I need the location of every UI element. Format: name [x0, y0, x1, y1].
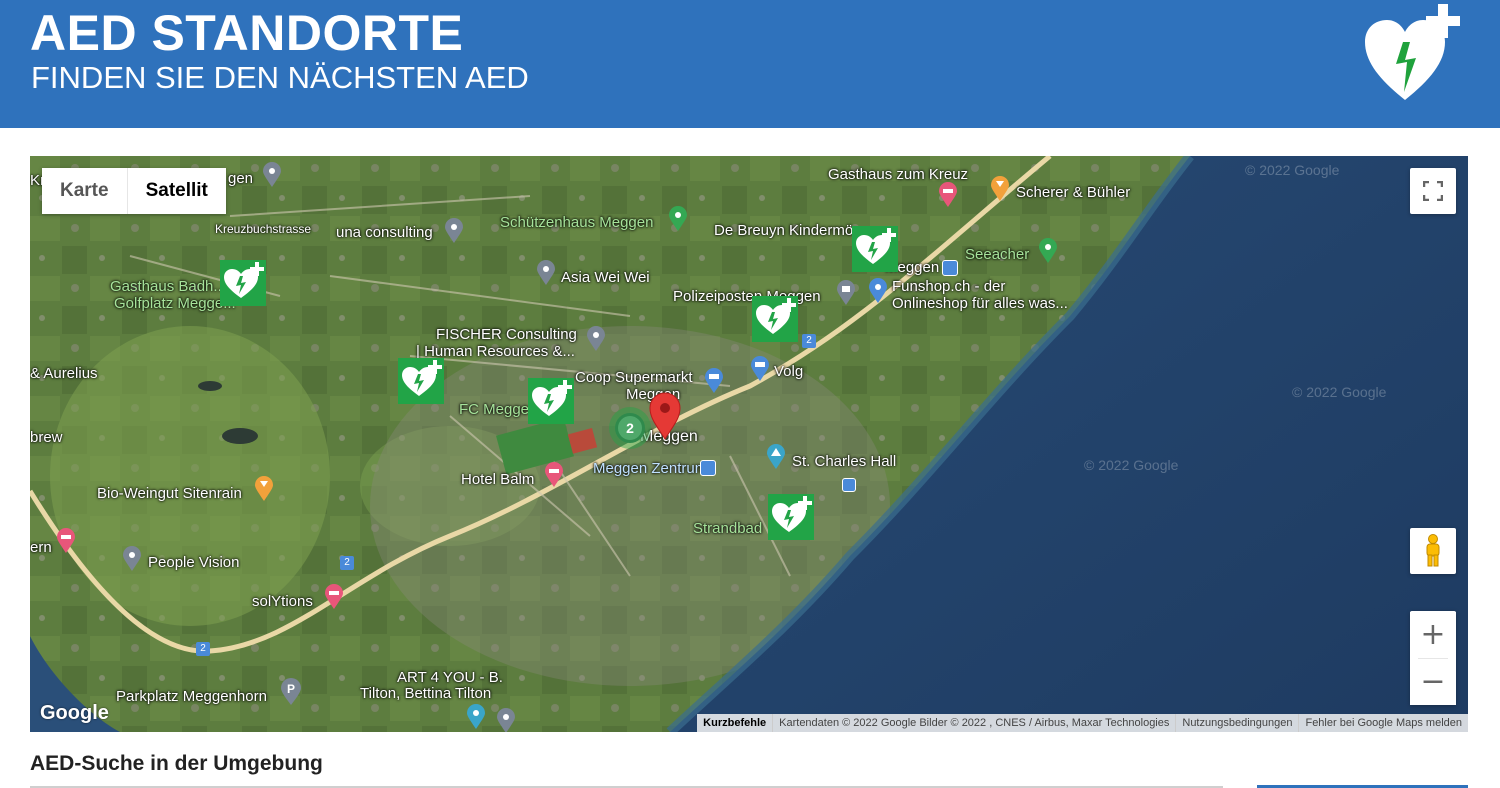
shop-pin-icon[interactable] [868, 278, 888, 304]
bar-pin-icon[interactable] [254, 476, 274, 502]
place-label[interactable]: People Vision [148, 554, 239, 571]
location-pin-icon[interactable] [648, 392, 682, 440]
place-label[interactable]: Polizeiposten Meggen [673, 288, 821, 305]
place-label[interactable]: Meggen Zentrum [593, 460, 707, 477]
map-watermark: © 2022 Google [1245, 162, 1340, 178]
police-pin-icon[interactable] [836, 280, 856, 306]
place-label[interactable]: St. Charles Hall [792, 453, 896, 470]
place-label[interactable]: Volg [774, 363, 803, 380]
map-watermark: © 2022 Google [1084, 457, 1179, 473]
park-pin-icon[interactable] [668, 206, 688, 232]
place-label[interactable]: solYtions [252, 593, 313, 610]
map-type-control: Karte Satellit [42, 168, 226, 214]
place-pin-icon[interactable] [536, 260, 556, 286]
map-container[interactable]: © 2022 Google © 2022 Google © 2022 Googl… [30, 156, 1468, 732]
place-label[interactable]: Strandbad [693, 520, 762, 537]
map-attribution-bar: Kurzbefehle Kartendaten © 2022 Google Bi… [697, 714, 1468, 732]
pegman-icon [1426, 534, 1440, 567]
google-logo[interactable]: Google [40, 702, 109, 725]
hotel-pin-icon[interactable] [56, 528, 76, 554]
terms-link[interactable]: Nutzungsbedingungen [1175, 714, 1298, 732]
place-pin-icon[interactable] [262, 162, 282, 188]
aed-cluster-marker[interactable]: 2 [608, 406, 652, 450]
place-label[interactable]: De Breuyn Kindermö... [714, 222, 866, 239]
shopping-cart-pin-icon[interactable] [750, 356, 770, 382]
zoom-in-button[interactable]: + [1410, 611, 1456, 658]
place-label[interactable]: Hotel Balm [461, 471, 534, 488]
site-header: AED STANDORTE FINDEN SIE DEN NÄCHSTEN AE… [0, 0, 1500, 128]
place-label: brew [30, 429, 63, 446]
page-title: AED STANDORTE [30, 5, 464, 61]
place-label[interactable]: Coop Supermarkt [575, 369, 693, 386]
svg-text:P: P [287, 682, 295, 696]
route-number-badge: 2 [802, 334, 816, 348]
report-error-link[interactable]: Fehler bei Google Maps melden [1298, 714, 1468, 732]
street-view-pegman-button[interactable] [1410, 528, 1456, 574]
hotel-pin-icon[interactable] [324, 584, 344, 610]
hotel-pin-icon[interactable] [938, 182, 958, 208]
aed-heart-logo-icon [1365, 4, 1460, 100]
cluster-count: 2 [626, 420, 634, 436]
zoom-control: + − [1410, 611, 1456, 705]
place-label[interactable]: ART 4 YOU - B. [397, 669, 503, 686]
aed-marker-icon[interactable] [752, 296, 798, 342]
park-pin-icon[interactable] [1038, 238, 1058, 264]
section-title: AED-Suche in der Umgebung [30, 752, 323, 775]
place-pin-icon[interactable] [122, 546, 142, 572]
hotel-pin-icon[interactable] [544, 462, 564, 488]
parking-pin-icon[interactable]: P [280, 678, 302, 706]
place-label[interactable]: Seeacher [965, 246, 1029, 263]
boat-station-icon[interactable] [842, 478, 856, 492]
place-label[interactable]: Gasthaus zum Kreuz [828, 166, 968, 183]
aed-marker-icon[interactable] [852, 226, 898, 272]
place-label[interactable]: Bio-Weingut Sitenrain [97, 485, 242, 502]
route-number-badge: 2 [340, 556, 354, 570]
art-pin-icon[interactable] [466, 704, 486, 730]
place-label: ern [30, 539, 52, 556]
satellite-map-image[interactable] [30, 156, 1468, 732]
zoom-out-button[interactable]: − [1410, 658, 1456, 705]
place-label[interactable]: FISCHER Consulting [436, 326, 577, 343]
page-subtitle: FINDEN SIE DEN NÄCHSTEN AED [31, 60, 529, 95]
place-label[interactable]: Scherer & Bühler [1016, 184, 1130, 201]
place-label[interactable]: & Aurelius [30, 365, 98, 382]
bus-stop-icon[interactable] [942, 260, 958, 276]
place-label[interactable]: una consulting [336, 224, 433, 241]
place-pin-icon[interactable] [586, 326, 606, 352]
place-label[interactable]: Tilton, Bettina Tilton [360, 685, 491, 702]
place-label[interactable]: Golfplatz Megge... [114, 295, 236, 312]
bus-stop-icon[interactable] [700, 460, 716, 476]
aed-marker-icon[interactable] [220, 260, 266, 306]
map-type-satellite-button[interactable]: Satellit [127, 168, 226, 214]
map-type-map-button[interactable]: Karte [42, 168, 128, 214]
place-label[interactable]: Gasthaus Badh... [110, 278, 226, 295]
bar-pin-icon[interactable] [990, 176, 1010, 202]
place-label[interactable]: Onlineshop für alles was... [892, 295, 1068, 312]
aed-marker-icon[interactable] [398, 358, 444, 404]
place-pin-icon[interactable] [444, 218, 464, 244]
street-label: Kreuzbuchstrasse [215, 222, 312, 236]
map-watermark: © 2022 Google [1292, 384, 1387, 400]
place-label[interactable]: Parkplatz Meggenhorn [116, 688, 267, 705]
place-pin-icon[interactable] [496, 708, 516, 732]
fullscreen-icon [1423, 181, 1443, 201]
aed-marker-icon[interactable] [768, 494, 814, 540]
place-label[interactable]: Funshop.ch - der [892, 278, 1005, 295]
fullscreen-button[interactable] [1410, 168, 1456, 214]
place-label[interactable]: Asia Wei Wei [561, 269, 650, 286]
keyboard-shortcuts-link[interactable]: Kurzbefehle [697, 714, 772, 732]
venue-pin-icon[interactable] [766, 444, 786, 470]
place-label[interactable]: Schützenhaus Meggen [500, 214, 653, 231]
shopping-cart-pin-icon[interactable] [704, 368, 724, 394]
map-data-attribution: Kartendaten © 2022 Google Bilder © 2022 … [772, 714, 1175, 732]
route-number-badge: 2 [196, 642, 210, 656]
aed-marker-icon[interactable] [528, 378, 574, 424]
place-label: gen [228, 170, 254, 187]
